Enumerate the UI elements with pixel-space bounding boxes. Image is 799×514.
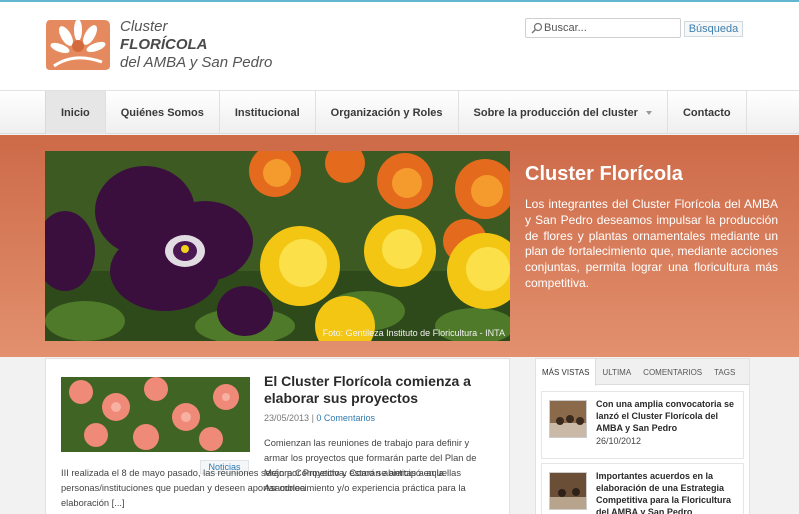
meta-separator: |	[311, 413, 314, 423]
logo-line-1: Cluster	[120, 18, 168, 35]
nav-item-organizacion[interactable]: Organización y Roles	[316, 91, 459, 134]
list-item-date: 26/10/2012	[596, 436, 642, 446]
tab-mas-vistas[interactable]: MÁS VISTAS	[536, 359, 597, 386]
post-meta: 23/05/2013 | 0 Comentarios	[264, 413, 375, 423]
post-excerpt-continued: III realizada el 8 de mayo pasado, las r…	[61, 468, 466, 508]
post-card: Noticias El Cluster Florícola comienza a…	[45, 358, 510, 514]
search-icon	[531, 22, 543, 34]
sidebar-list: Con una amplia convocatoria se lanzó el …	[541, 391, 744, 514]
tab-ultima[interactable]: ULTIMA	[596, 359, 637, 385]
flower-logo-icon	[46, 19, 110, 70]
post-title[interactable]: El Cluster Florícola comienza a elaborar…	[264, 373, 494, 407]
post-comments-link[interactable]: 0 Comentarios	[316, 413, 375, 423]
banner-title: Cluster Florícola	[525, 163, 683, 185]
flowers-photo	[45, 151, 510, 341]
logo-text: Cluster FLORÍCOLA del AMBA y San Pedro	[120, 18, 272, 72]
tab-tags[interactable]: TAGS	[708, 359, 741, 385]
sidebar-tabs: MÁS VISTAS ULTIMA COMENTARIOS TAGS	[536, 359, 749, 386]
list-item-thumbnail	[549, 400, 587, 438]
list-item-thumbnail	[549, 472, 587, 510]
post-thumbnail[interactable]	[61, 377, 250, 452]
site-header: Cluster FLORÍCOLA del AMBA y San Pedro B…	[0, 2, 799, 90]
sidebar-widget: MÁS VISTAS ULTIMA COMENTARIOS TAGS Con u…	[535, 358, 750, 514]
tab-comentarios[interactable]: COMENTARIOS	[637, 359, 708, 385]
nav-item-quienes-somos[interactable]: Quiénes Somos	[106, 91, 220, 134]
list-item-title: Importantes acuerdos en la elaboración d…	[596, 471, 732, 514]
featured-banner: Foto: Gentileza Instituto de Floricultur…	[0, 135, 799, 357]
list-item[interactable]: Importantes acuerdos en la elaboración d…	[541, 463, 744, 514]
banner-photo[interactable]: Foto: Gentileza Instituto de Floricultur…	[45, 151, 510, 341]
nav-item-contacto[interactable]: Contacto	[668, 91, 747, 134]
nav-item-inicio[interactable]: Inicio	[45, 91, 106, 134]
logo-line-2: FLORÍCOLA	[120, 36, 208, 53]
chevron-down-icon	[645, 110, 652, 115]
nav-item-sobre-produccion[interactable]: Sobre la producción del cluster	[459, 91, 668, 134]
list-item[interactable]: Con una amplia convocatoria se lanzó el …	[541, 391, 744, 459]
post-date: 23/05/2013	[264, 413, 310, 423]
nav-item-sobre-produccion-label: Sobre la producción del cluster	[473, 106, 638, 119]
banner-text: Los integrantes del Cluster Florícola de…	[525, 197, 778, 290]
search-box	[525, 18, 681, 38]
list-item-title: Con una amplia convocatoria se lanzó el …	[596, 399, 735, 433]
logo-line-3: del AMBA y San Pedro	[120, 54, 273, 71]
photo-credit: Foto: Gentileza Instituto de Floricultur…	[322, 328, 505, 338]
post-photo	[61, 377, 250, 452]
main-nav: Inicio Quiénes Somos Institucional Organ…	[0, 90, 799, 134]
search-input[interactable]	[544, 20, 678, 36]
search-button[interactable]: Búsqueda	[684, 21, 743, 37]
nav-item-institucional[interactable]: Institucional	[220, 91, 316, 134]
site-logo[interactable]: Cluster FLORÍCOLA del AMBA y San Pedro	[44, 16, 284, 76]
